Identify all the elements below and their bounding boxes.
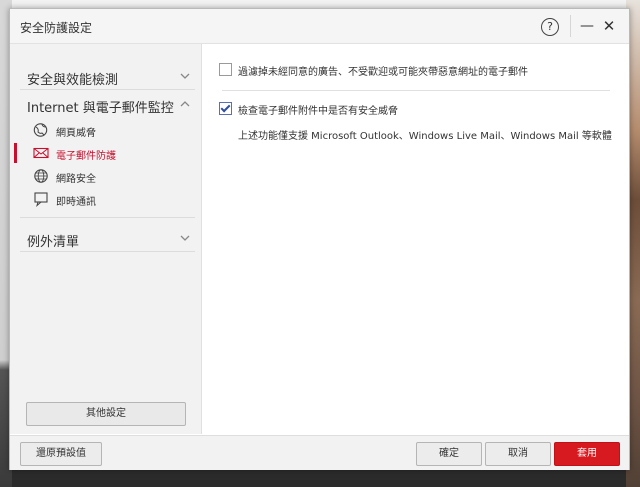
ok-button[interactable]: 確定 <box>416 442 482 466</box>
settings-dialog: 安全防護設定 ? — ✕ 安全與效能檢測 Internet 與電子郵件監控 網頁… <box>9 8 630 470</box>
content-panel: 過濾掉未經同意的廣告、不受歡迎或可能夾帶惡意網址的電子郵件 檢查電子郵件附件中是… <box>202 44 628 434</box>
scan-attachments-label: 檢查電子郵件附件中是否有安全威脅 <box>238 106 398 117</box>
chevron-up-icon[interactable] <box>180 100 190 111</box>
sidebar-item-network-security[interactable]: 網路安全 <box>33 166 198 186</box>
other-settings-button[interactable]: 其他設定 <box>26 402 186 426</box>
content-divider <box>222 90 610 91</box>
dialog-title: 安全防護設定 <box>20 21 93 35</box>
chevron-down-icon[interactable] <box>180 72 190 83</box>
sidebar-item-web-threats[interactable]: 網頁威脅 <box>33 120 198 140</box>
section-divider <box>20 89 195 90</box>
sidebar-item-label: 電子郵件防護 <box>56 151 116 162</box>
close-button[interactable]: ✕ <box>600 15 618 37</box>
section-divider <box>20 217 195 218</box>
filter-spam-label: 過濾掉未經同意的廣告、不受歡迎或可能夾帶惡意網址的電子郵件 <box>238 67 528 78</box>
active-indicator <box>14 143 17 163</box>
help-button[interactable]: ? <box>541 18 559 36</box>
titlebar-divider <box>570 15 571 37</box>
sidebar: 安全與效能檢測 Internet 與電子郵件監控 網頁威脅 電子郵件防護 網路安… <box>10 44 202 434</box>
sidebar-item-label: 網頁威脅 <box>56 128 96 139</box>
sidebar-section-exceptions[interactable]: 例外清單 <box>27 231 79 250</box>
cancel-button[interactable]: 取消 <box>485 442 551 466</box>
sidebar-item-email-protection[interactable]: 電子郵件防護 <box>33 143 198 163</box>
section-divider <box>20 251 195 252</box>
sidebar-section-internet-email[interactable]: Internet 與電子郵件監控 <box>27 97 174 116</box>
network-globe-icon <box>33 168 49 184</box>
dialog-footer: 還原預設值 確定 取消 套用 <box>10 435 629 470</box>
title-bar: 安全防護設定 ? — ✕ <box>10 9 629 44</box>
supported-clients-note: 上述功能僅支援 Microsoft Outlook、Windows Live M… <box>238 131 612 142</box>
sidebar-item-instant-messaging[interactable]: 即時通訊 <box>33 189 198 209</box>
sidebar-item-label: 網路安全 <box>56 174 96 185</box>
mail-icon <box>33 145 49 161</box>
scan-attachments-checkbox[interactable] <box>219 102 232 115</box>
restore-defaults-button[interactable]: 還原預設值 <box>20 442 102 466</box>
apply-button[interactable]: 套用 <box>554 442 620 466</box>
sidebar-item-label: 即時通訊 <box>56 197 96 208</box>
chevron-down-icon[interactable] <box>180 234 190 245</box>
chat-monitor-icon <box>33 191 49 207</box>
globe-shield-icon <box>33 122 49 138</box>
sidebar-section-scan[interactable]: 安全與效能檢測 <box>27 69 118 88</box>
filter-spam-checkbox[interactable] <box>219 63 232 76</box>
minimize-button[interactable]: — <box>578 15 596 37</box>
